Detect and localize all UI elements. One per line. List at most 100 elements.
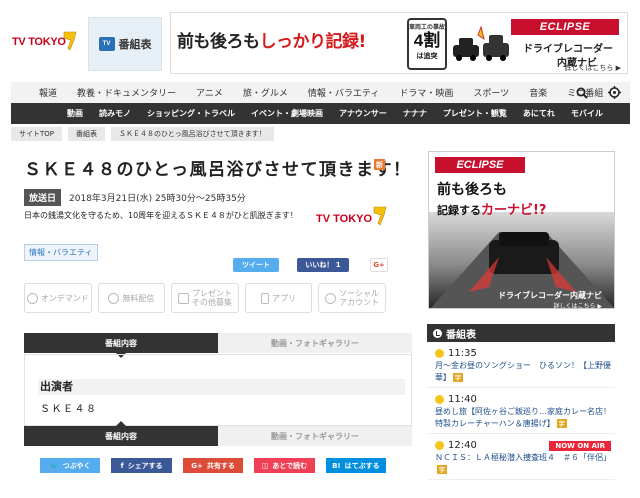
social-button[interactable]: ソーシャル アカウント xyxy=(318,283,386,313)
nav-item-anime[interactable]: アニメ xyxy=(186,86,233,99)
nav-item-documentary[interactable]: 教養・ドキュメンタリー xyxy=(67,86,186,99)
pocket-icon: ◫ xyxy=(261,461,269,470)
hatena-icon: B! xyxy=(332,461,341,470)
free-stream-label: 無料配信 xyxy=(122,293,155,303)
secondary-nav: 動画 読みモノ ショッピング・トラベル イベント・劇場映画 アナウンサー ナナナ… xyxy=(11,103,630,124)
nav-item-music[interactable]: 音楽 xyxy=(519,86,557,99)
share-bar: 🐦 つぶやく f シェアする G+ 共有する ◫ あとで読む B! はてぶする xyxy=(40,458,387,473)
on-demand-button[interactable]: オンデマンド xyxy=(24,283,92,313)
tab-program-content-bottom[interactable]: 番組内容 xyxy=(24,421,218,446)
share-pocket-button[interactable]: ◫ あとで読む xyxy=(254,458,315,473)
schedule-item[interactable]: NOW ON AIR 12:40 ＮＣＩＳ：ＬＡ極秘潜入捜査班４ ＃６「伴侶」字 xyxy=(427,434,615,480)
tab-program-content-label: 番組内容 xyxy=(105,338,137,348)
share-hatena-button[interactable]: B! はてぶする xyxy=(325,458,387,473)
share-facebook-button[interactable]: f シェアする xyxy=(111,458,172,473)
side-ad-more-link[interactable]: 詳しくはこちら ▶ xyxy=(553,301,602,308)
schedule-item[interactable]: 11:40 昼めし旅【阿佐ヶ谷ご飯巡り…家庭カレー名店！特製カレーチャーハン＆唐… xyxy=(427,388,615,434)
search-button[interactable] xyxy=(567,82,597,103)
play-icon xyxy=(26,292,38,304)
sun-icon xyxy=(435,349,444,358)
nav2-item-anitele[interactable]: あにてれ xyxy=(515,108,563,119)
primary-nav: 報道 教養・ドキュメンタリー アニメ 旅・グルメ 情報・バラエティ ドラマ・映画… xyxy=(11,82,630,103)
cast-value: ＳＫＥ４８ xyxy=(40,404,98,415)
nav2-item-announcer[interactable]: アナウンサー xyxy=(331,108,395,119)
top-banner-ad[interactable]: 前も後ろもしっかり記録! 車両工の事故 4割 は追突 ECLIPSE ドライブレ… xyxy=(170,12,628,74)
tv-tokyo-logo[interactable]: TV TOKYO xyxy=(12,30,78,58)
schedule-title[interactable]: ＮＣＩＳ：ＬＡ極秘潜入捜査班４ ＃６「伴侶」 xyxy=(435,453,611,462)
ad-sub1: ドライブレコーダー xyxy=(523,44,613,55)
share-gplus-button[interactable]: G+ 共有する xyxy=(182,458,244,473)
tv-icon: TV xyxy=(98,37,115,51)
phone-icon xyxy=(261,292,270,304)
chat-icon xyxy=(325,292,337,304)
tab-program-content[interactable]: 番組内容 xyxy=(24,333,218,358)
on-demand-label: オンデマンド xyxy=(40,293,89,303)
nav2-item-mobile[interactable]: モバイル xyxy=(563,108,611,119)
schedule-title[interactable]: 昼めし旅【阿佐ヶ谷ご飯巡り…家庭カレー名店！特製カレーチャーハン＆唐揚げ】 xyxy=(435,407,611,428)
twitter-icon: 🐦 xyxy=(49,461,59,470)
nav-item-sports[interactable]: スポーツ xyxy=(463,86,519,99)
share-pocket-label: あとで読む xyxy=(272,461,308,470)
nav-item-news[interactable]: 報道 xyxy=(11,86,67,99)
ad-more-link[interactable]: 詳しくはこちら ▶ xyxy=(564,63,621,73)
nav-item-travel[interactable]: 旅・グルメ xyxy=(233,86,298,99)
side-banner-ad[interactable]: ECLIPSE 前も後ろも 記録するカーナビ!? ドライブレコーダー内蔵ナビ 詳… xyxy=(428,151,615,309)
side-ad-headline2: 記録するカーナビ!? xyxy=(437,203,547,218)
like-button[interactable]: いいね！ 1 xyxy=(297,258,349,272)
search-icon xyxy=(576,87,588,99)
nav-item-variety[interactable]: 情報・バラエティ xyxy=(298,86,389,99)
breadcrumb-guide[interactable]: 番組表 xyxy=(68,127,106,141)
app-label: アプリ xyxy=(272,293,297,303)
genre-tag[interactable]: 情報・バラエティ xyxy=(24,244,98,261)
nav2-item-nanana[interactable]: ナナナ xyxy=(395,108,435,119)
stream-icon xyxy=(108,292,120,304)
share-hatena-label: はてぶする xyxy=(344,461,380,470)
region-button[interactable] xyxy=(599,82,629,103)
free-stream-button[interactable]: 無料配信 xyxy=(97,283,166,313)
schedule-time: 11:35 xyxy=(448,348,477,359)
car-collision-icon xyxy=(453,25,509,61)
schedule-widget: 番組表 11:35 月～金お昼のソングショー ひるソン！【上野優華】字 11:4… xyxy=(427,324,615,498)
gift-icon xyxy=(177,292,189,304)
ad-brand: ECLIPSE xyxy=(511,19,619,35)
social-label: ソーシャル アカウント xyxy=(339,289,380,307)
breadcrumb-current: ＳＫＥ４８のひとっ風呂浴びさせて頂きます！ xyxy=(111,127,274,141)
site-header: TV TOKYO TV 番組表 前も後ろもしっかり記録! 車両工の事故 4割 は… xyxy=(0,0,640,80)
broadcast-info: 放送日 2018年3月21日(水) 25時30分～25時35分 xyxy=(24,189,246,206)
logo-text: TV TOKYO xyxy=(12,36,66,48)
share-facebook-label: シェアする xyxy=(127,461,163,470)
app-button[interactable]: アプリ xyxy=(244,283,313,313)
nav2-item-present[interactable]: プレゼント・観覧 xyxy=(435,108,515,119)
tab-gallery-bottom-label: 動画・フォトギャラリー xyxy=(271,431,359,441)
breadcrumb: サイトTOP 番組表 ＳＫＥ４８のひとっ風呂浴びさせて頂きます！ xyxy=(11,127,280,141)
sun-icon xyxy=(435,441,444,450)
tab-gallery[interactable]: 動画・フォトギャラリー xyxy=(218,333,412,353)
nav2-item-events[interactable]: イベント・劇場映画 xyxy=(243,108,331,119)
tab-gallery-bottom[interactable]: 動画・フォトギャラリー xyxy=(218,426,412,446)
side-ad-headline1: 前も後ろも xyxy=(437,182,507,198)
present-label: プレゼント その他募集 xyxy=(191,289,232,307)
broadcast-label: 放送日 xyxy=(24,189,62,206)
channel-logo: TV TOKYO xyxy=(316,205,388,231)
share-twitter-label: つぶやく xyxy=(62,461,91,470)
side-ad-footer: ドライブレコーダー内蔵ナビ xyxy=(498,291,602,300)
channel-logo-text: TV TOKYO xyxy=(316,213,373,225)
logo-mark-icon xyxy=(63,31,77,51)
gplus-button[interactable]: G+ xyxy=(370,258,388,272)
nav2-item-reading[interactable]: 読みモノ xyxy=(91,108,139,119)
caption-badge: 字 xyxy=(453,373,464,382)
breadcrumb-top[interactable]: サイトTOP xyxy=(11,127,63,141)
tweet-button[interactable]: ツイート xyxy=(233,258,279,272)
nav2-item-shopping[interactable]: ショッピング・トラベル xyxy=(139,108,243,119)
clock-icon xyxy=(433,328,442,338)
nav2-item-video[interactable]: 動画 xyxy=(11,108,91,119)
program-guide-button[interactable]: TV 番組表 xyxy=(88,17,162,71)
channel-logo-mark-icon xyxy=(373,206,387,226)
schedule-time: 11:40 xyxy=(448,394,477,405)
nav-item-drama[interactable]: ドラマ・映画 xyxy=(389,86,463,99)
present-button[interactable]: プレゼント その他募集 xyxy=(171,283,239,313)
program-description: 日本の銭湯文化を守るため、10周年を迎えるＳＫＥ４８がひと肌脱ぎます！ xyxy=(24,211,298,220)
schedule-item[interactable]: 11:35 月～金お昼のソングショー ひるソン！【上野優華】字 xyxy=(427,342,615,388)
broadcast-date: 2018年3月21日(水) 25時30分～25時35分 xyxy=(69,194,246,204)
share-twitter-button[interactable]: 🐦 つぶやく xyxy=(40,458,101,473)
